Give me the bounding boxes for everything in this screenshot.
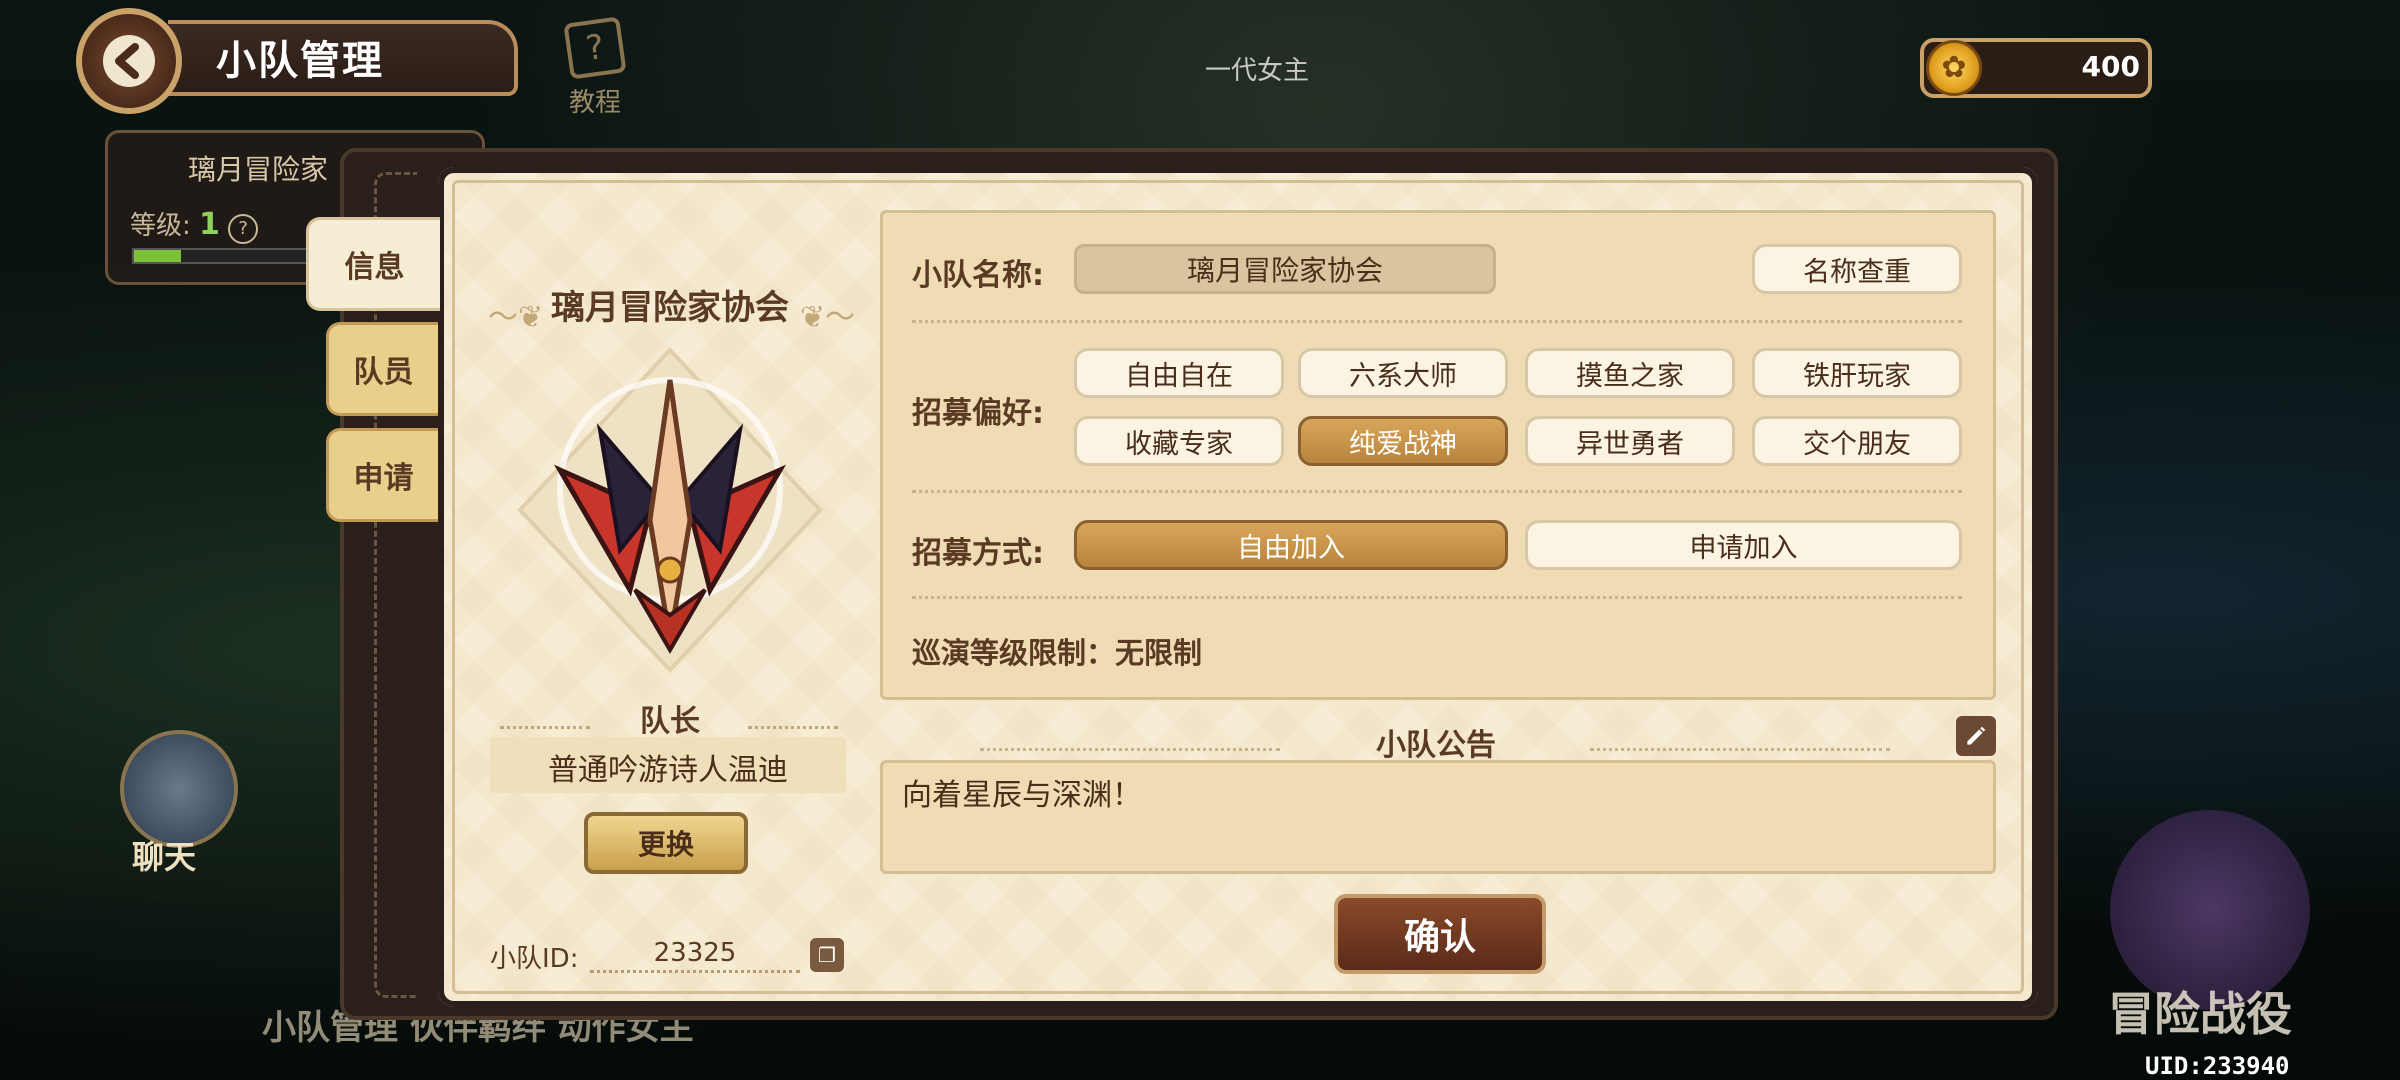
pref-chip[interactable]: 摸鱼之家 [1525, 348, 1735, 398]
method-apply-join-button[interactable]: 申请加入 [1525, 520, 1962, 570]
page-title: 小队管理 [216, 38, 384, 84]
tutorial-label: 教程 [568, 88, 621, 118]
tab-applications[interactable]: 申请 [326, 428, 438, 522]
pref-chip[interactable]: 交个朋友 [1752, 416, 1962, 466]
level-limit-text: 巡演等级限制：无限制 [912, 636, 1203, 670]
pref-chip[interactable]: 六系大师 [1298, 348, 1508, 398]
confirm-button[interactable]: 确认 [1334, 894, 1546, 974]
tab-members[interactable]: 队员 [326, 322, 438, 416]
coin-icon: ✿ [1926, 40, 1982, 96]
recruit-preference-label: 招募偏好: [912, 396, 1044, 431]
coin-amount: 400 [2081, 50, 2140, 83]
tab-info[interactable]: 信息 [306, 217, 440, 311]
uid-label: UID:233940 [2145, 1052, 2290, 1080]
tutorial-button[interactable]: ? 教程 [550, 16, 640, 118]
pencil-icon [1967, 726, 1986, 745]
team-id-value: 23325 [590, 938, 800, 973]
notice-divider-right [1590, 748, 1890, 751]
pref-chip[interactable]: 自由自在 [1074, 348, 1284, 398]
leader-name: 普通吟游诗人温迪 [548, 753, 788, 788]
pref-chip-selected[interactable]: 纯爱战神 [1298, 416, 1508, 466]
question-icon: ? [563, 16, 627, 80]
copy-icon[interactable]: ❐ [810, 938, 844, 972]
help-icon[interactable]: ? [228, 214, 259, 244]
team-name-label: 小队名称: [912, 258, 1044, 293]
pref-chip[interactable]: 铁肝玩家 [1752, 348, 1962, 398]
battle-label[interactable]: 冒险战役 [2108, 978, 2292, 1044]
leader-label: 队长 [640, 704, 700, 739]
team-emblem-icon[interactable] [500, 340, 840, 680]
pref-chip[interactable]: 异世勇者 [1525, 416, 1735, 466]
chat-label[interactable]: 聊天 [132, 832, 196, 878]
team-name-heading: 璃月冒险家协会 [551, 288, 789, 328]
background-team-name: 璃月冒险家 [188, 153, 329, 186]
background-team-level: 等级: 1 ? [130, 205, 259, 244]
notice-divider-left [980, 748, 1280, 751]
method-free-join-button[interactable]: 自由加入 [1074, 520, 1508, 570]
team-name-field[interactable]: 璃月冒险家协会 [1074, 244, 1496, 294]
back-button[interactable] [76, 8, 182, 114]
edit-notice-button[interactable] [1956, 716, 1996, 756]
notice-title: 小队公告 [1376, 728, 1496, 763]
recruit-method-label: 招募方式: [912, 536, 1044, 571]
notice-text: 向着星辰与深渊！ [902, 778, 1142, 813]
npc-name-label: 一代女主 [1205, 56, 1310, 86]
divider [912, 490, 1962, 493]
name-check-button[interactable]: 名称查重 [1752, 244, 1962, 294]
team-exp-bar [132, 248, 332, 264]
team-id-label: 小队ID: [490, 944, 579, 974]
divider [912, 596, 1962, 599]
chat-avatar-icon[interactable] [120, 730, 238, 848]
change-leader-button[interactable]: 更换 [584, 812, 748, 874]
pref-chip[interactable]: 收藏专家 [1074, 416, 1284, 466]
divider [912, 320, 1962, 323]
back-arrow-icon [103, 35, 155, 87]
ornament-right-icon: ❦～ [800, 300, 856, 335]
